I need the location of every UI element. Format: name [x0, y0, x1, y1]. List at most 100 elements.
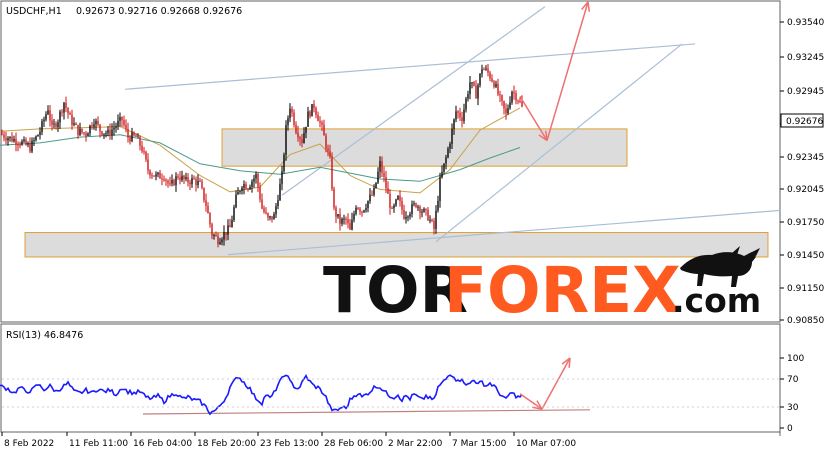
candle-body — [429, 219, 431, 221]
candle-body — [417, 206, 419, 208]
candle-body — [211, 224, 213, 236]
candle-body — [157, 172, 159, 175]
candle-body — [163, 179, 165, 181]
candle-body — [203, 187, 205, 201]
candle-body — [367, 201, 369, 208]
chart-header-ohlc: 0.92673 0.92716 0.92668 0.92676 — [76, 6, 242, 17]
candle-body — [331, 157, 333, 189]
candle-body — [307, 111, 309, 127]
candle-body — [235, 194, 237, 208]
candle-body — [435, 210, 437, 229]
x-tick-label: 11 Feb 11:00 — [69, 439, 128, 449]
candle-body — [495, 83, 497, 87]
y-tick-label: 0.93540 — [787, 18, 824, 28]
candle-body — [135, 135, 137, 137]
candle-body — [207, 206, 209, 214]
candle-body — [451, 128, 453, 144]
candle-body — [93, 124, 95, 127]
candle-body — [517, 100, 519, 102]
candle-body — [485, 68, 487, 70]
candle-body — [357, 207, 359, 209]
candle-body — [15, 139, 17, 145]
candle-body — [107, 129, 109, 134]
candle-body — [323, 124, 325, 136]
candle-body — [71, 114, 73, 125]
candle-body — [453, 119, 455, 129]
candle-body — [295, 124, 297, 133]
candle-body — [79, 128, 81, 136]
candle-body — [335, 207, 337, 217]
y-tick-label: 0.93245 — [787, 53, 824, 63]
candle-body — [337, 214, 339, 217]
candle-body — [239, 191, 241, 192]
rsi-tick-label: 30 — [787, 403, 799, 413]
candle-body — [31, 140, 33, 152]
candle-body — [475, 85, 477, 99]
candle-body — [73, 123, 75, 125]
candle-body — [189, 182, 191, 185]
candle-body — [297, 132, 299, 138]
candle-body — [401, 201, 403, 210]
candle-body — [223, 232, 225, 240]
candle-body — [23, 139, 25, 142]
torforex-watermark: TOR FOREX .com — [323, 246, 761, 327]
candle-body — [181, 175, 183, 181]
candle-body — [105, 133, 107, 135]
candle-body — [5, 137, 7, 141]
candle-body — [145, 151, 147, 160]
candle-body — [271, 216, 273, 220]
candle-body — [153, 175, 155, 177]
candle-body — [191, 178, 193, 185]
candle-body — [309, 111, 311, 117]
candle-body — [53, 123, 55, 125]
candle-body — [463, 109, 465, 121]
candle-body — [373, 188, 375, 195]
candle-body — [61, 111, 63, 113]
candle-body — [251, 181, 253, 187]
candle-body — [285, 125, 287, 155]
candle-body — [267, 213, 269, 218]
candle-body — [457, 111, 459, 113]
candle-body — [423, 208, 425, 212]
candle-body — [483, 69, 485, 71]
candle-body — [39, 132, 41, 135]
x-axis-ticks: 8 Feb 2022 11 Feb 11:00 16 Feb 04:00 18 Feb… — [1, 432, 576, 449]
candle-body — [365, 208, 367, 211]
current-price-marker: 0.92676 — [780, 113, 824, 128]
candle-body — [229, 225, 231, 228]
candle-body — [499, 94, 501, 96]
candle-body — [29, 143, 31, 152]
candle-body — [409, 213, 411, 217]
candle-body — [33, 140, 35, 142]
candle-body — [63, 102, 65, 113]
current-price-label: 0.92676 — [786, 117, 823, 127]
candle-body — [273, 214, 275, 220]
candle-body — [371, 194, 373, 196]
candle-body — [345, 218, 347, 220]
candle-body — [83, 132, 85, 134]
candle-body — [187, 177, 189, 183]
candle-body — [325, 135, 327, 149]
candle-body — [379, 161, 381, 172]
candle-body — [173, 180, 175, 186]
candle-body — [321, 122, 323, 125]
candle-body — [441, 171, 443, 178]
candle-body — [243, 184, 245, 188]
candle-body — [377, 171, 379, 183]
candle-body — [159, 172, 161, 179]
candle-body — [459, 112, 461, 118]
candle-body — [259, 186, 261, 200]
candle-body — [415, 203, 417, 207]
candle-body — [327, 148, 329, 151]
candle-body — [85, 133, 87, 137]
candle-body — [37, 135, 39, 137]
candle-body — [97, 120, 99, 125]
candle-body — [263, 208, 265, 212]
candle-body — [393, 205, 395, 209]
candle-body — [487, 68, 489, 73]
y-tick-label: 0.92345 — [787, 153, 824, 163]
candle-body — [501, 95, 503, 101]
candle-body — [353, 213, 355, 220]
candle-body — [465, 98, 467, 110]
candle-body — [55, 123, 57, 128]
